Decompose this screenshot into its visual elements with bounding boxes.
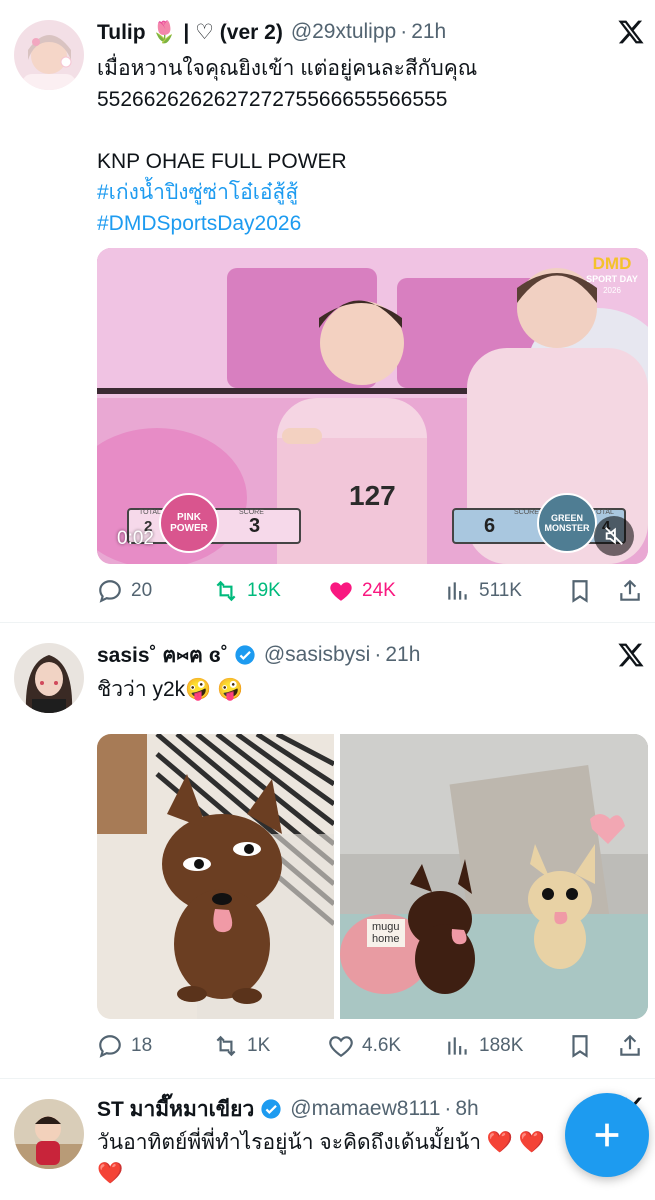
- text-line: ❤️: [97, 1162, 124, 1185]
- event-logo-line2: SPORT DAY: [586, 274, 638, 284]
- bookmark-button[interactable]: [567, 1033, 617, 1059]
- views-count: 188K: [479, 1035, 524, 1056]
- left-team-name: PINK POWER: [170, 512, 208, 534]
- mute-icon: [605, 527, 623, 545]
- share-button[interactable]: [617, 578, 647, 604]
- photo-2[interactable]: mugu home: [340, 734, 648, 1019]
- plus-icon: [595, 1123, 619, 1147]
- x-logo-icon: [617, 641, 645, 669]
- event-logo: DMD SPORT DAY 2026: [582, 254, 642, 297]
- avatar[interactable]: [14, 643, 84, 713]
- tweet-1[interactable]: Tulip 🌷 | ♡ (ver 2) @29xtulipp · 21h เมื…: [0, 0, 655, 622]
- mute-button[interactable]: [594, 516, 634, 556]
- right-team-name: GREEN MONSTER: [544, 513, 590, 533]
- reply-icon: [99, 580, 121, 603]
- avatar[interactable]: [14, 20, 84, 90]
- text-line: KNP OHAE FULL POWER: [97, 150, 347, 173]
- photo-1[interactable]: [97, 734, 334, 1019]
- views-count: 511K: [479, 580, 522, 601]
- user-handle[interactable]: @mamaew8111: [290, 1097, 440, 1121]
- like-count: 24K: [362, 580, 396, 601]
- hashtag-link[interactable]: #เก่งน้ำปิงซู่ซ่าโอ๋เอ๋สู้สู้: [97, 177, 637, 208]
- plush-pair-photo: [340, 734, 648, 1019]
- event-logo-line1: DMD: [592, 254, 632, 273]
- heart-filled-icon: [330, 582, 352, 601]
- separator-dot: ·: [444, 1097, 452, 1120]
- verified-badge-icon: [261, 1099, 281, 1119]
- jersey-number: 127: [349, 480, 396, 511]
- timestamp[interactable]: 8h: [455, 1097, 478, 1121]
- text-line: 552662626262727275566655566555: [97, 88, 448, 111]
- user-handle[interactable]: @sasisbysi: [264, 643, 371, 667]
- tweet-header: sasis˚ ฅ⑅ฅ ɞ˚ @sasisbysi · 21h: [97, 640, 420, 670]
- mugu-home-tag: mugu home: [367, 919, 405, 947]
- right-score-label: SCORE: [514, 509, 539, 516]
- separator-dot: ·: [374, 643, 382, 666]
- views-icon: [448, 1037, 467, 1055]
- retweet-button[interactable]: 19K: [213, 578, 328, 604]
- bookmark-button[interactable]: [567, 578, 617, 604]
- left-score-value: 3: [249, 515, 261, 537]
- tweet-3[interactable]: ST มามี๊หมาเขียว @mamaew8111 · 8h วันอาท…: [0, 1079, 655, 1200]
- bookmark-icon: [572, 580, 588, 603]
- like-button[interactable]: 24K: [328, 578, 445, 604]
- tweet-header: ST มามี๊หมาเขียว @mamaew8111 · 8h: [97, 1094, 479, 1124]
- reply-button[interactable]: 18: [97, 1033, 213, 1059]
- verified-badge-icon: [235, 645, 255, 665]
- reply-count: 18: [131, 1035, 153, 1056]
- right-score-value: 6: [484, 515, 496, 537]
- tweet-text: วันอาทิตย์พี่พี่ทำไรอยู่น้า จะคิดถึงเด้น…: [97, 1127, 617, 1189]
- video-player[interactable]: 127 TOTAL 2 SCORE 3 PINK POWER SCORE 6 T…: [97, 248, 648, 564]
- retweet-icon: [216, 1035, 236, 1057]
- share-icon: [620, 1034, 640, 1056]
- timestamp[interactable]: 21h: [385, 643, 420, 667]
- text-line: วันอาทิตย์พี่พี่ทำไรอยู่น้า จะคิดถึงเด้น…: [97, 1131, 546, 1154]
- timestamp[interactable]: 21h: [411, 20, 446, 44]
- bookmark-icon: [572, 1035, 588, 1058]
- x-logo-icon: [617, 18, 645, 46]
- text-line: เมื่อหวานใจคุณยิงเข้า แต่อยู่คนละสีกับคุ…: [97, 57, 478, 80]
- tag-line: home: [372, 933, 400, 945]
- display-name[interactable]: Tulip 🌷 | ♡ (ver 2): [97, 20, 283, 45]
- retweet-count: 19K: [247, 580, 281, 601]
- left-total-label: TOTAL: [139, 509, 161, 516]
- views-button[interactable]: 511K: [445, 578, 567, 604]
- retweet-count: 1K: [247, 1035, 271, 1056]
- like-button[interactable]: 4.6K: [328, 1033, 445, 1059]
- share-button[interactable]: [617, 1033, 647, 1059]
- like-count: 4.6K: [362, 1035, 402, 1056]
- tweet-text: ชิวว่า y2k🤪 🤪: [97, 678, 244, 701]
- views-icon: [448, 582, 467, 600]
- hashtag-link[interactable]: #DMDSportsDay2026: [97, 208, 637, 239]
- user-handle[interactable]: @29xtulipp: [291, 20, 396, 44]
- views-button[interactable]: 188K: [445, 1033, 567, 1059]
- separator-dot: ·: [400, 20, 408, 43]
- heart-outline-icon: [329, 1036, 353, 1058]
- event-logo-line3: 2026: [603, 286, 621, 295]
- plush-photo: [97, 734, 334, 1019]
- compose-button[interactable]: [565, 1093, 649, 1177]
- tag-line: mugu: [372, 921, 400, 933]
- display-name[interactable]: ST มามี๊หมาเขียว: [97, 1093, 254, 1126]
- reply-button[interactable]: 20: [97, 578, 213, 604]
- left-team-badge: PINK POWER: [159, 493, 219, 553]
- right-team-badge: GREEN MONSTER: [537, 493, 597, 553]
- tweet-text: เมื่อหวานใจคุณยิงเข้า แต่อยู่คนละสีกับคุ…: [97, 53, 637, 239]
- avatar[interactable]: [14, 1099, 84, 1169]
- tweet-header: Tulip 🌷 | ♡ (ver 2) @29xtulipp · 21h: [97, 17, 446, 47]
- action-bar: 18 1K 4.6K 188K: [97, 1029, 647, 1063]
- display-name[interactable]: sasis˚ ฅ⑅ฅ ɞ˚: [97, 639, 228, 672]
- retweet-icon: [216, 580, 236, 602]
- share-icon: [620, 579, 640, 601]
- action-bar: 20 19K 24K 511K: [97, 574, 647, 608]
- video-timestamp: 0:02: [117, 528, 154, 549]
- reply-icon: [99, 1035, 121, 1058]
- tweet-2[interactable]: sasis˚ ฅ⑅ฅ ɞ˚ @sasisbysi · 21h ชิวว่า y2…: [0, 623, 655, 1078]
- retweet-button[interactable]: 1K: [213, 1033, 328, 1059]
- reply-count: 20: [131, 580, 153, 601]
